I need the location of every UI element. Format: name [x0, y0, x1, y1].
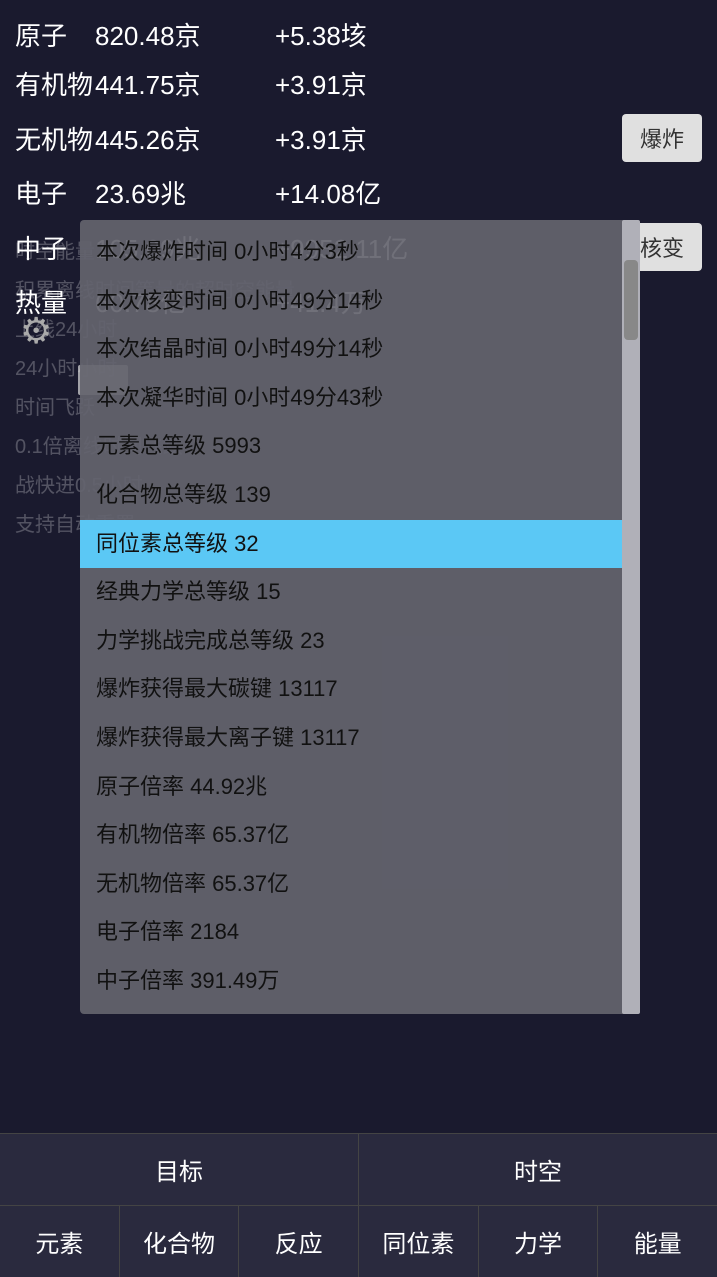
- bottom-nav: 目标时空元素化合物反应同位素力学能量: [0, 1133, 717, 1277]
- nav-btn-目标[interactable]: 目标: [0, 1134, 359, 1205]
- nav-btn-化合物[interactable]: 化合物: [120, 1206, 240, 1277]
- overlay-item-6: 同位素总等级 32: [80, 520, 622, 569]
- gear-icon: ⚙: [20, 310, 52, 352]
- overlay-item-12: 有机物倍率 65.37亿: [80, 811, 622, 860]
- overlay-item-10: 爆炸获得最大离子键 13117: [80, 714, 622, 763]
- overlay-item-5: 化合物总等级 139: [80, 471, 622, 520]
- nav-btn-元素[interactable]: 元素: [0, 1206, 120, 1277]
- stat-name-2: 无机物: [15, 120, 95, 157]
- scrollbar-thumb[interactable]: [624, 260, 638, 340]
- stat-row-2: 无机物445.26京+3.91京爆炸: [15, 108, 702, 168]
- stat-value-2: 445.26京: [95, 120, 275, 157]
- overlay-item-0: 本次爆炸时间 0小时4分3秒: [80, 228, 622, 277]
- overlay-item-9: 爆炸获得最大碳键 13117: [80, 665, 622, 714]
- nav-btn-力学[interactable]: 力学: [479, 1206, 599, 1277]
- stat-button-爆炸[interactable]: 爆炸: [622, 114, 702, 162]
- nav-btn-能量[interactable]: 能量: [598, 1206, 717, 1277]
- nav-btn-反应[interactable]: 反应: [239, 1206, 359, 1277]
- stat-name-1: 有机物: [15, 65, 95, 102]
- stat-name-3: 电子: [15, 174, 95, 211]
- nav-btn-时空[interactable]: 时空: [359, 1134, 717, 1205]
- stat-delta-2: +3.91京: [275, 120, 622, 157]
- stat-row-3: 电子23.69兆+14.08亿: [15, 168, 702, 217]
- overlay-content[interactable]: 本次爆炸时间 0小时4分3秒本次核变时间 0小时49分14秒本次结晶时间 0小时…: [80, 220, 622, 1014]
- stat-value-0: 820.48京: [95, 16, 275, 53]
- overlay-item-15: 中子倍率 391.49万: [80, 957, 622, 1006]
- overlay-panel: 本次爆炸时间 0小时4分3秒本次核变时间 0小时49分14秒本次结晶时间 0小时…: [80, 220, 640, 1014]
- overlay-item-13: 无机物倍率 65.37亿: [80, 860, 622, 909]
- overlay-item-4: 元素总等级 5993: [80, 422, 622, 471]
- stat-value-1: 441.75京: [95, 65, 275, 102]
- nav-row-1: 元素化合物反应同位素力学能量: [0, 1205, 717, 1277]
- stat-delta-3: +14.08亿: [275, 174, 702, 211]
- overlay-item-11: 原子倍率 44.92兆: [80, 763, 622, 812]
- overlay-item-14: 电子倍率 2184: [80, 908, 622, 957]
- overlay-item-8: 力学挑战完成总等级 23: [80, 617, 622, 666]
- stat-delta-1: +3.91京: [275, 65, 702, 102]
- nav-row-0: 目标时空: [0, 1133, 717, 1205]
- overlay-item-3: 本次凝华时间 0小时49分43秒: [80, 374, 622, 423]
- scrollbar-track[interactable]: [622, 220, 640, 1014]
- stat-name-0: 原子: [15, 16, 95, 53]
- overlay-item-2: 本次结晶时间 0小时49分14秒: [80, 325, 622, 374]
- nav-btn-同位素[interactable]: 同位素: [359, 1206, 479, 1277]
- stat-row-1: 有机物441.75京+3.91京: [15, 59, 702, 108]
- stat-row-0: 原子820.48京+5.38垓: [15, 10, 702, 59]
- overlay-item-7: 经典力学总等级 15: [80, 568, 622, 617]
- overlay-item-1: 本次核变时间 0小时49分14秒: [80, 277, 622, 326]
- stat-delta-0: +5.38垓: [275, 16, 702, 53]
- stat-value-3: 23.69兆: [95, 174, 275, 211]
